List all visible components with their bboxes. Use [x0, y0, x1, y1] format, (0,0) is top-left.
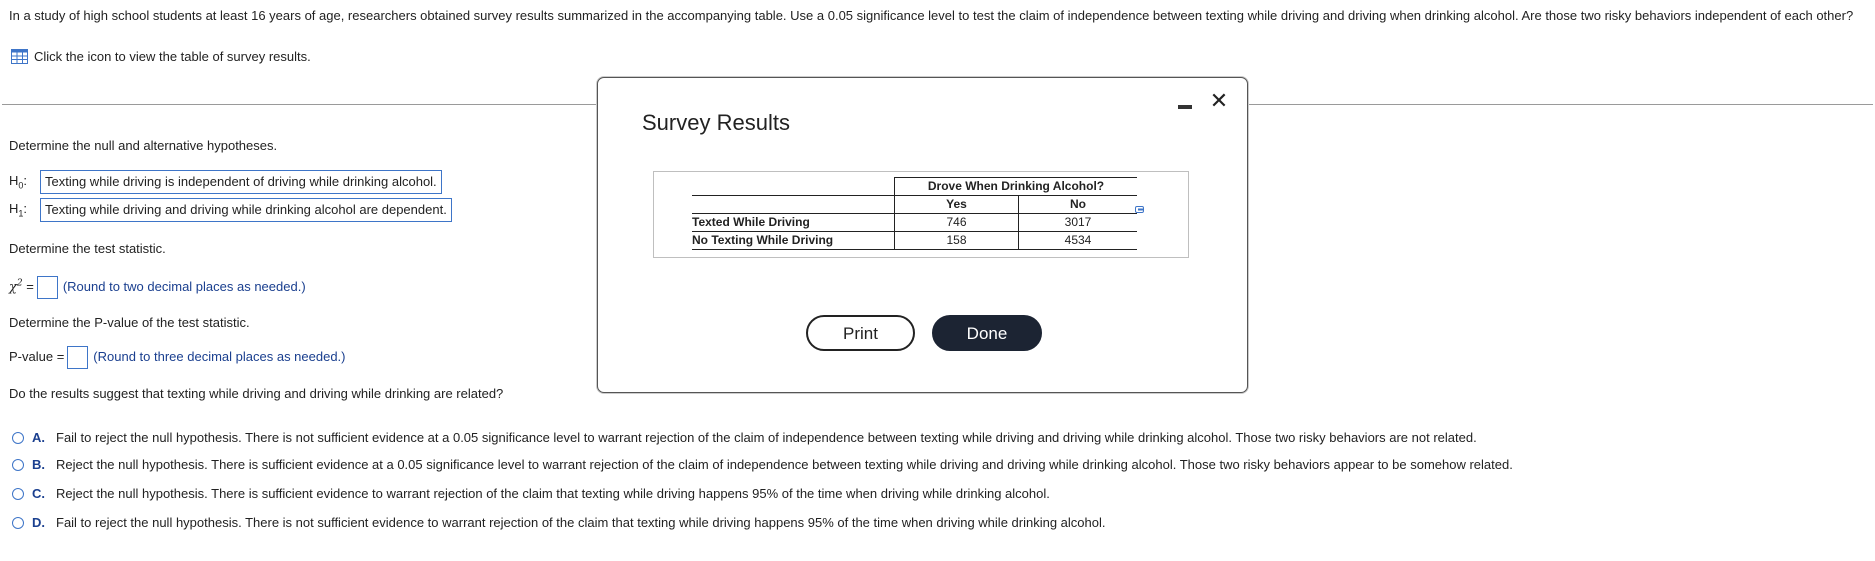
- radio-button[interactable]: [12, 431, 24, 444]
- alternative-hypothesis-row: H1: Texting while driving and driving wh…: [9, 198, 452, 222]
- print-button[interactable]: Print: [806, 315, 915, 351]
- close-icon[interactable]: ✕: [1209, 90, 1229, 112]
- option-text: Fail to reject the null hypothesis. Ther…: [56, 430, 1477, 445]
- option-b[interactable]: B. Reject the null hypothesis. There is …: [12, 457, 1513, 472]
- row-label: Texted While Driving: [692, 213, 895, 232]
- pvalue-input[interactable]: [67, 346, 89, 369]
- pvalue-label: P-value =: [9, 348, 65, 364]
- h0-answer-field[interactable]: Texting while driving is independent of …: [40, 170, 442, 194]
- related-prompt: Do the results suggest that texting whil…: [9, 386, 504, 401]
- radio-button[interactable]: [12, 516, 24, 529]
- radio-button[interactable]: [12, 487, 24, 500]
- minimize-icon[interactable]: [1178, 105, 1192, 109]
- done-button[interactable]: Done: [932, 315, 1042, 351]
- null-hypothesis-row: H0: Texting while driving is independent…: [9, 170, 442, 194]
- question-intro: In a study of high school students at le…: [9, 8, 1854, 23]
- cell-no: 3017: [1018, 213, 1137, 232]
- survey-results-dialog: Survey Results ✕ Drove When Drinking Alc…: [597, 77, 1248, 393]
- h1-label: H1:: [9, 201, 28, 219]
- table-grid-icon[interactable]: [11, 49, 28, 64]
- survey-table-frame: Drove When Drinking Alcohol? Yes No Text…: [653, 171, 1189, 258]
- pvalue-hint: (Round to three decimal places as needed…: [93, 348, 346, 364]
- radio-button[interactable]: [12, 458, 24, 471]
- column-header-no: No: [1018, 195, 1137, 214]
- statistic-prompt: Determine the test statistic.: [9, 241, 166, 256]
- cell-yes: 746: [894, 213, 1019, 232]
- column-header-yes: Yes: [894, 195, 1019, 214]
- chi-square-row: χ2 = (Round to two decimal places as need…: [9, 276, 306, 299]
- option-text: Fail to reject the null hypothesis. Ther…: [56, 515, 1106, 530]
- option-text: Reject the null hypothesis. There is suf…: [56, 486, 1050, 501]
- chi-square-input[interactable]: [36, 276, 58, 299]
- view-table-link[interactable]: Click the icon to view the table of surv…: [11, 49, 311, 64]
- option-d[interactable]: D. Fail to reject the null hypothesis. T…: [12, 515, 1105, 530]
- table-group-header-row: Drove When Drinking Alcohol?: [692, 177, 1137, 196]
- option-c[interactable]: C. Reject the null hypothesis. There is …: [12, 486, 1050, 501]
- option-a[interactable]: A. Fail to reject the null hypothesis. T…: [12, 430, 1477, 445]
- group-header: Drove When Drinking Alcohol?: [894, 177, 1137, 196]
- chi-square-symbol: χ2: [9, 278, 23, 295]
- option-text: Reject the null hypothesis. There is suf…: [56, 457, 1513, 472]
- h1-answer-field[interactable]: Texting while driving and driving while …: [40, 198, 452, 222]
- cell-yes: 158: [894, 231, 1019, 250]
- row-label: No Texting While Driving: [692, 231, 895, 250]
- h0-label: H0:: [9, 173, 28, 191]
- view-table-text: Click the icon to view the table of surv…: [34, 49, 311, 64]
- copy-to-clipboard-icon[interactable]: [1135, 205, 1146, 215]
- survey-table: Drove When Drinking Alcohol? Yes No Text…: [692, 177, 1137, 250]
- table-row: No Texting While Driving 158 4534: [692, 231, 1137, 250]
- cell-no: 4534: [1018, 231, 1137, 250]
- hypotheses-prompt: Determine the null and alternative hypot…: [9, 138, 278, 153]
- table-row: Texted While Driving 746 3017: [692, 213, 1137, 232]
- pvalue-row: P-value = (Round to three decimal places …: [9, 346, 346, 369]
- table-column-header-row: Yes No: [692, 195, 1137, 214]
- pvalue-prompt: Determine the P-value of the test statis…: [9, 315, 250, 330]
- chi-square-hint: (Round to two decimal places as needed.): [62, 278, 306, 294]
- dialog-title: Survey Results: [642, 110, 790, 135]
